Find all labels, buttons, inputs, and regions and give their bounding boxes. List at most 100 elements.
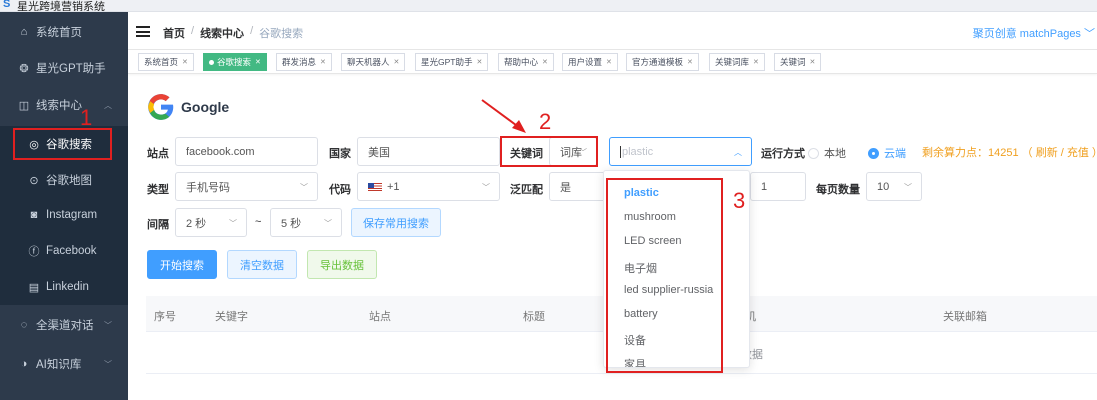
app-title: 星光跨境营销系统 <box>17 1 105 12</box>
code-label: 代码 <box>329 184 351 196</box>
tag-label: 用户设置 <box>568 57 603 67</box>
close-icon[interactable]: ✕ <box>542 58 548 66</box>
breadcrumb-current: 谷歌搜索 <box>259 28 304 40</box>
start-search-button[interactable]: 开始搜索 <box>147 250 217 279</box>
run-cloud-label: 云端 <box>884 148 906 160</box>
interval-from-select[interactable]: 2 秒 ﹀ <box>175 208 247 237</box>
close-icon[interactable]: ✕ <box>810 58 816 66</box>
close-icon[interactable]: ✕ <box>394 58 400 66</box>
tag-google-search[interactable]: 谷歌搜索 ✕ <box>203 53 267 71</box>
tag-keyword-library[interactable]: 关键词库 ✕ <box>709 53 765 71</box>
tag-official-templates[interactable]: 官方通道模板 ✕ <box>626 53 699 71</box>
sidebar-item-linkedin[interactable]: ▤ Linkedin <box>0 269 128 305</box>
active-dot-icon <box>209 59 214 65</box>
site-input[interactable]: facebook.com <box>175 137 318 166</box>
sidebar-item-google-maps[interactable]: ⊙ 谷歌地图 <box>0 162 128 198</box>
remaining-points[interactable]: 剩余算力点：14251 （ 刷新 / 充值 ） <box>922 144 1097 160</box>
openai-icon: ❂ <box>19 62 29 75</box>
interval-to-select[interactable]: 5 秒 ﹀ <box>270 208 342 237</box>
facebook-icon: ⓕ <box>28 246 40 258</box>
column-header-email: 关联邮箱 <box>943 311 987 323</box>
sidebar-item-label: 谷歌地图 <box>46 175 92 187</box>
annotation-box-3 <box>606 178 723 373</box>
close-icon[interactable]: ✕ <box>182 58 188 66</box>
tag-home[interactable]: 系统首页 ✕ <box>138 53 194 71</box>
sidebar: ⌂ 系统首页 ❂ 星光GPT助手 ◫ 线索中心 ︿ ◎ 谷歌搜索 ⊙ 谷歌地图 … <box>0 12 128 400</box>
close-icon[interactable]: ✕ <box>476 58 482 66</box>
knowledge-icon: ◑ <box>20 358 28 370</box>
tag-label: 系统首页 <box>144 57 179 67</box>
tag-label: 官方通道模板 <box>632 57 684 67</box>
hamburger-menu-icon[interactable] <box>136 26 150 37</box>
tag-label: 关键词 <box>780 57 806 67</box>
export-data-button[interactable]: 导出数据 <box>307 250 377 279</box>
clear-data-button[interactable]: 清空数据 <box>227 250 297 279</box>
fuzzy-label: 泛匹配 <box>510 184 543 196</box>
radio-circle <box>808 147 819 159</box>
tag-label: 关键词库 <box>715 57 750 67</box>
close-icon[interactable]: ✕ <box>320 58 326 66</box>
table-divider <box>146 373 1097 374</box>
code-select[interactable]: +1 ﹀ <box>357 172 500 201</box>
code-value: +1 <box>387 180 400 193</box>
per-page-select[interactable]: 10 ﹀ <box>866 172 922 201</box>
column-header-index: 序号 <box>154 311 176 323</box>
annotation-number-1: 1 <box>80 105 93 130</box>
run-mode-label: 运行方式 <box>761 148 805 160</box>
tag-gpt[interactable]: 星光GPT助手 ✕ <box>415 53 489 71</box>
app-root: S 星光跨境营销系统 ⌂ 系统首页 ❂ 星光GPT助手 ◫ 线索中心 ︿ ◎ 谷… <box>0 0 1097 400</box>
annotation-box-1 <box>13 128 112 160</box>
tag-chatbot[interactable]: 聊天机器人 ✕ <box>341 53 406 71</box>
instagram-icon: ◙ <box>30 209 38 221</box>
keyword-select[interactable]: plastic ︿ <box>609 137 752 166</box>
column-header-site: 站点 <box>369 311 391 323</box>
sidebar-item-home[interactable]: ⌂ 系统首页 <box>0 14 128 50</box>
sidebar-item-facebook[interactable]: ⓕ Facebook <box>0 233 128 269</box>
country-label: 国家 <box>329 148 351 160</box>
country-select[interactable]: 美国 <box>357 137 500 166</box>
sidebar-item-ai-knowledge[interactable]: ◑ AI知识库 ﹀ <box>0 346 128 382</box>
interval-to-value: 5 秒 <box>281 217 302 230</box>
tag-help[interactable]: 帮助中心 ✕ <box>498 53 554 71</box>
tag-user-settings[interactable]: 用户设置 ✕ <box>562 53 618 71</box>
user-menu[interactable]: 聚页创意 matchPages ﹀ <box>973 25 1095 41</box>
interval-label: 间隔 <box>147 219 169 231</box>
close-icon[interactable]: ✕ <box>753 58 759 66</box>
fuzzy-select[interactable]: 是 <box>549 172 609 201</box>
save-search-button[interactable]: 保存常用搜索 <box>351 208 441 237</box>
close-icon[interactable]: ✕ <box>606 58 612 66</box>
column-header-title: 标题 <box>523 311 545 323</box>
header: 首页 / 线索中心 / 谷歌搜索 聚页创意 matchPages ﹀ <box>128 12 1097 50</box>
type-label: 类型 <box>147 184 169 196</box>
breadcrumb: 首页 / 线索中心 / 谷歌搜索 <box>163 25 303 41</box>
chevron-down-icon: ﹀ <box>300 183 308 192</box>
run-cloud-radio[interactable]: 云端 <box>868 145 906 161</box>
sidebar-item-clue-center[interactable]: ◫ 线索中心 ︿ <box>0 87 128 123</box>
breadcrumb-separator: / <box>191 25 195 37</box>
close-icon[interactable]: ✕ <box>255 58 261 66</box>
page-input[interactable]: 1 <box>750 172 806 201</box>
tag-mass-message[interactable]: 群发消息 ✕ <box>276 53 332 71</box>
chevron-down-icon: ﹀ <box>482 183 490 192</box>
radio-circle <box>868 147 879 159</box>
breadcrumb-home[interactable]: 首页 <box>163 25 185 41</box>
home-icon: ⌂ <box>20 26 28 38</box>
sidebar-item-gpt[interactable]: ❂ 星光GPT助手 <box>0 50 128 86</box>
type-select[interactable]: 手机号码 ﹀ <box>175 172 318 201</box>
sidebar-item-instagram[interactable]: ◙ Instagram <box>0 197 128 233</box>
breadcrumb-separator: / <box>250 25 254 37</box>
country-value: 美国 <box>368 146 390 159</box>
sidebar-item-omnichannel[interactable]: ◌ 全渠道对话 ﹀ <box>0 307 128 343</box>
per-page-label: 每页数量 <box>816 184 860 196</box>
type-value: 手机号码 <box>186 181 230 194</box>
breadcrumb-clue-center[interactable]: 线索中心 <box>200 25 244 41</box>
brand-name: Google <box>181 99 230 115</box>
close-icon[interactable]: ✕ <box>687 58 693 66</box>
per-page-value: 10 <box>877 180 890 193</box>
linkedin-icon: ▤ <box>28 281 40 294</box>
site-label: 站点 <box>147 148 169 160</box>
run-local-radio[interactable]: 本地 <box>808 145 846 161</box>
sidebar-item-label: AI知识库 <box>36 359 82 371</box>
clue-icon: ◫ <box>18 99 30 112</box>
tag-keywords[interactable]: 关键词 ✕ <box>774 53 822 71</box>
